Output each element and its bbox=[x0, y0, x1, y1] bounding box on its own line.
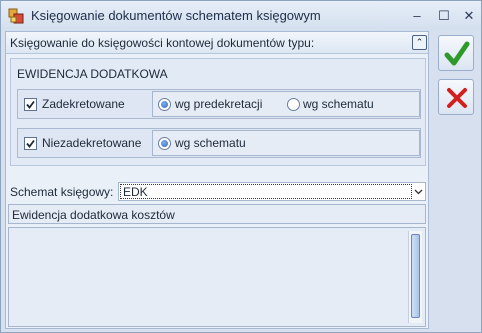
undecreed-row: Niezadekretowane wg schematu bbox=[17, 128, 421, 158]
additional-register-section: EWIDENCJA DODATKOWA Zadekretowane wg pre… bbox=[10, 58, 426, 166]
schema-description-text: Ewidencja dodatkowa kosztów bbox=[12, 208, 175, 222]
double-chevron-up-icon: ⌃ bbox=[415, 37, 424, 47]
radio-undecreed-by-schema[interactable] bbox=[158, 137, 171, 150]
scrollbar-thumb[interactable] bbox=[411, 234, 420, 318]
radio-undecreed-by-schema-label: wg schematu bbox=[175, 136, 246, 150]
main-panel: Księgowanie do księgowości kontowej doku… bbox=[5, 31, 429, 329]
radio-by-schema[interactable] bbox=[287, 98, 300, 111]
decreed-row: Zadekretowane wg predekretacji wg schema… bbox=[17, 89, 421, 119]
document-type-header: Księgowanie do księgowości kontowej doku… bbox=[6, 32, 428, 54]
cancel-button[interactable] bbox=[438, 79, 474, 115]
schema-description: Ewidencja dodatkowa kosztów bbox=[8, 204, 426, 224]
schema-value: EDK bbox=[123, 185, 148, 199]
radio-by-schema-label: wg schematu bbox=[303, 97, 374, 111]
close-button[interactable]: ✕ bbox=[458, 7, 480, 25]
check-icon bbox=[444, 41, 470, 66]
undecreed-label: Niezadekretowane bbox=[42, 136, 142, 150]
window-title: Księgowanie dokumentów schematem księgow… bbox=[31, 8, 321, 23]
app-icon bbox=[8, 8, 24, 24]
radio-by-predecree[interactable] bbox=[158, 98, 171, 111]
undecreed-checkbox[interactable] bbox=[24, 137, 37, 150]
notes-area[interactable] bbox=[8, 227, 426, 327]
decreed-label: Zadekretowane bbox=[42, 97, 125, 111]
cross-icon bbox=[447, 88, 467, 108]
checkmark-icon bbox=[26, 100, 35, 109]
chevron-down-icon bbox=[414, 189, 423, 195]
undecreed-options-box: wg schematu bbox=[152, 130, 420, 156]
collapse-button[interactable]: ⌃ bbox=[412, 35, 427, 50]
radio-by-predecree-label: wg predekretacji bbox=[175, 97, 263, 111]
checkmark-icon bbox=[26, 139, 35, 148]
maximize-button[interactable]: ☐ bbox=[433, 7, 455, 25]
title-bar: Księgowanie dokumentów schematem księgow… bbox=[1, 1, 481, 31]
decreed-options-box: wg predekretacji wg schematu bbox=[152, 91, 420, 117]
schema-label: Schemat księgowy: bbox=[10, 185, 114, 199]
document-type-label: Księgowanie do księgowości kontowej doku… bbox=[10, 36, 315, 50]
decreed-checkbox[interactable] bbox=[24, 98, 37, 111]
dialog-window: Księgowanie dokumentów schematem księgow… bbox=[0, 0, 482, 333]
schema-select[interactable]: EDK bbox=[118, 182, 426, 201]
scrollbar[interactable] bbox=[408, 231, 422, 323]
section-title: EWIDENCJA DODATKOWA bbox=[17, 67, 168, 81]
minimize-button[interactable]: – bbox=[406, 7, 428, 25]
ok-button[interactable] bbox=[438, 35, 474, 71]
